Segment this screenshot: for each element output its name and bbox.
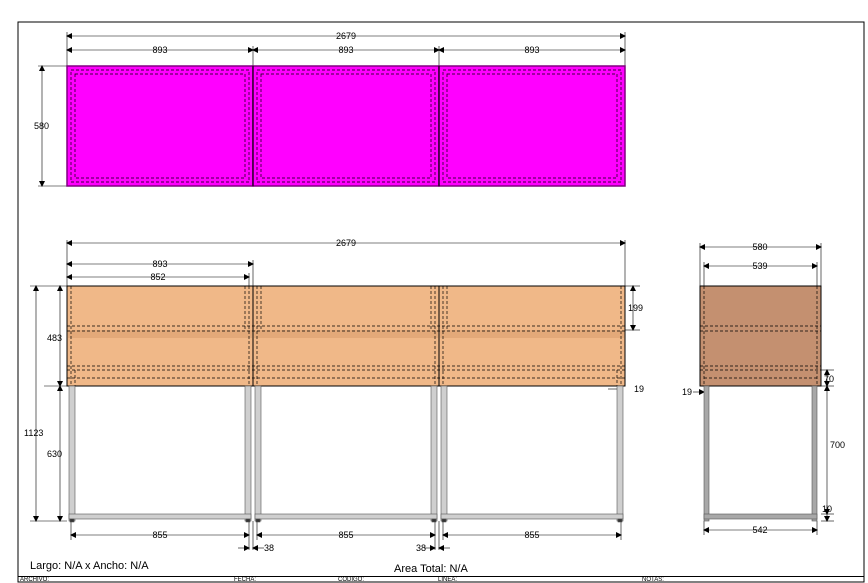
side-cabinet — [699, 285, 822, 387]
side-base-width-label: 542 — [752, 525, 767, 535]
plan-depth-label: 580 — [34, 121, 49, 131]
front-legs — [68, 385, 624, 523]
drawing-sheet: 2679 893 893 893 580 2679 893 852 1123 4… — [17, 21, 865, 583]
side-view: 580 539 19 70 700 10 542 — [682, 242, 845, 535]
plan-view: 2679 893 893 893 580 — [34, 31, 626, 187]
plan-module-2 — [252, 65, 440, 187]
front-thickness-label: 19 — [634, 384, 644, 394]
plan-modules — [66, 65, 626, 187]
plan-module-1 — [66, 65, 254, 187]
front-leg-height-label: 630 — [47, 449, 62, 459]
front-inner-width-label: 852 — [150, 272, 165, 282]
side-outer-width-label: 580 — [752, 242, 767, 252]
plan-module-width-label: 893 — [152, 45, 167, 55]
plan-module-width-label: 893 — [338, 45, 353, 55]
plan-module-width-label: 893 — [524, 45, 539, 55]
front-gap-label: 38 — [416, 543, 426, 553]
front-leg-span-label: 855 — [338, 530, 353, 540]
plan-total-width-label: 2679 — [336, 31, 356, 41]
front-gap-label: 38 — [264, 543, 274, 553]
side-leg-height-label: 700 — [830, 440, 845, 450]
front-total-width-label: 2679 — [336, 238, 356, 248]
size-text: Largo: N/A x Ancho: N/A — [30, 560, 149, 572]
side-apron-height-label: 70 — [824, 374, 834, 384]
title-block-date-label: FECHA: — [234, 577, 257, 583]
front-cabinets — [66, 285, 626, 387]
front-total-height-label: 1123 — [24, 428, 43, 438]
title-block-notes-label: NOTAS: — [642, 577, 664, 583]
title-block-code-label: CODIGO: — [338, 577, 365, 583]
front-leg-span-label: 855 — [524, 530, 539, 540]
side-thickness-label: 19 — [682, 387, 692, 397]
front-module-width-label: 893 — [152, 259, 167, 269]
plan-module-3 — [438, 65, 626, 187]
title-block-file-label: ARCHIVO: — [20, 577, 50, 583]
front-view: 2679 893 852 1123 483 630 199 19 855 855… — [24, 238, 644, 553]
area-total-text: Area Total: N/A — [394, 563, 468, 575]
front-leg-span-label: 855 — [152, 530, 167, 540]
side-legs — [703, 385, 818, 522]
title-block-line-label: LINEA: — [438, 577, 458, 583]
side-inner-width-label: 539 — [752, 261, 767, 271]
side-rail-height-label: 10 — [822, 504, 832, 514]
front-cabinet-height-label: 483 — [47, 333, 62, 343]
front-drawer-height-label: 199 — [628, 303, 643, 313]
